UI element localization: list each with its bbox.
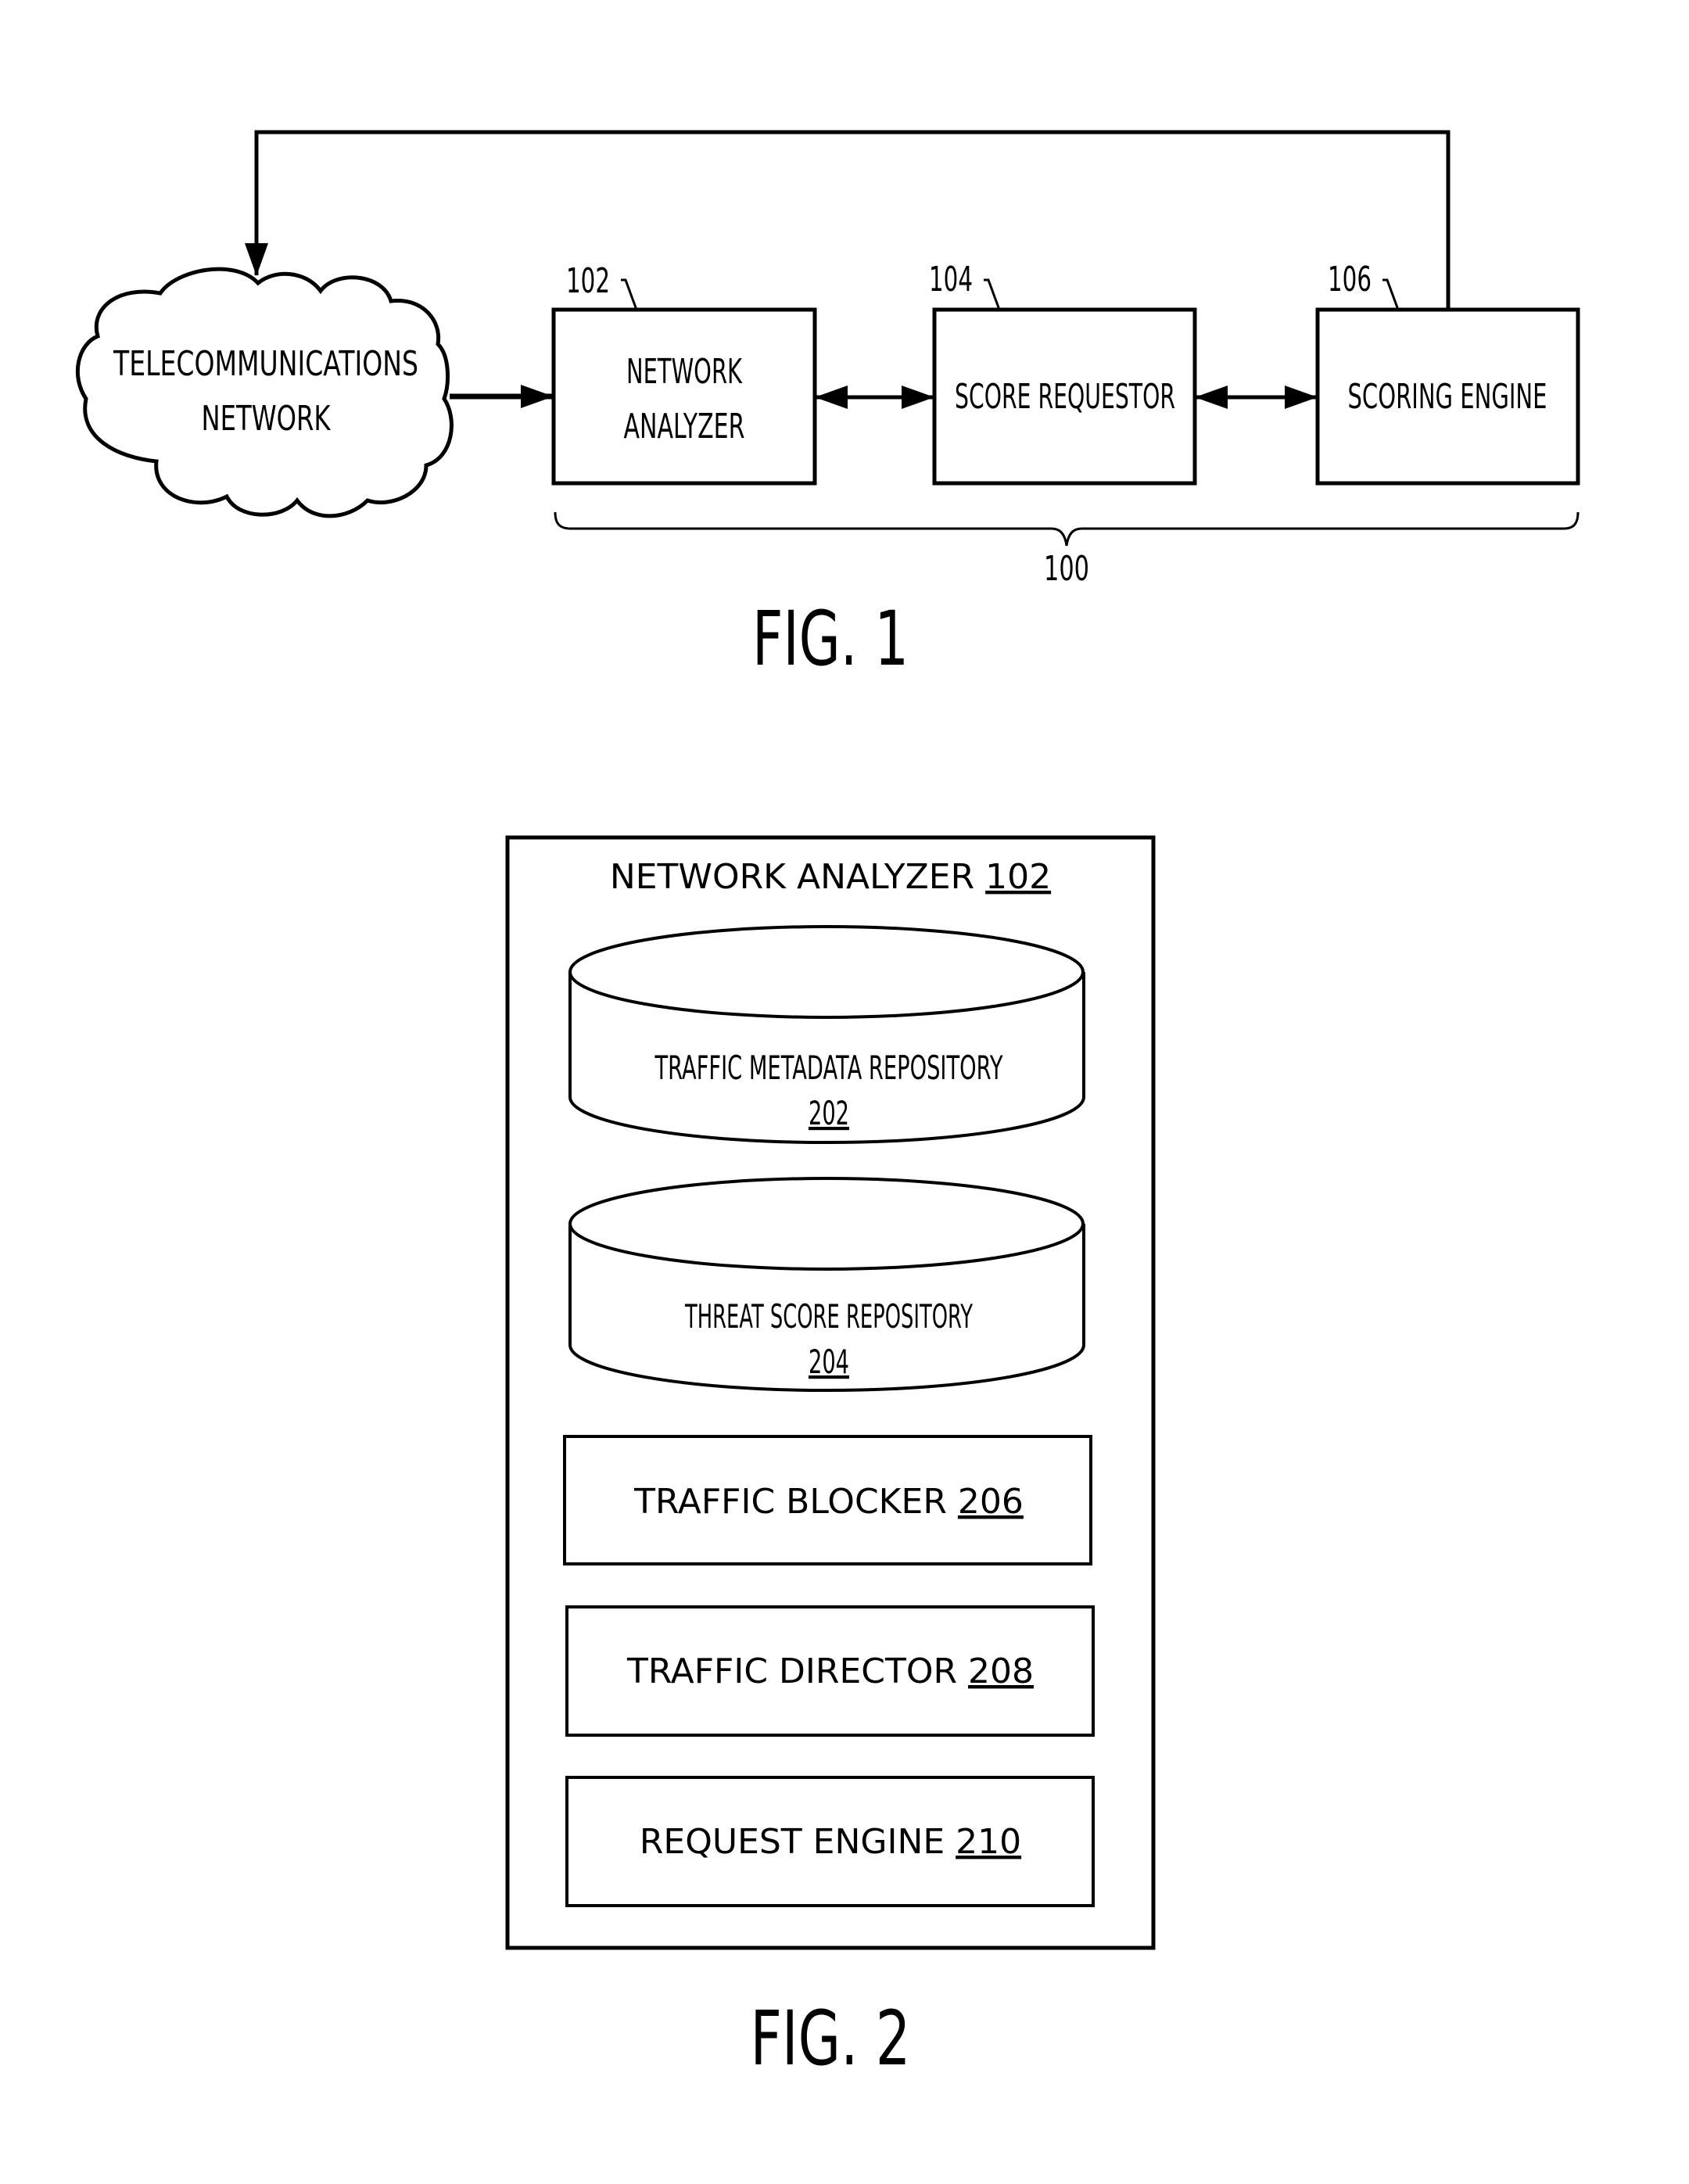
- system-brace: [554, 511, 1580, 547]
- traffic-blocker-component: TRAFFIC BLOCKER 206: [563, 1435, 1092, 1565]
- cloud-label-line2: NETWORK: [202, 399, 332, 439]
- leader-line-104: [984, 278, 1001, 310]
- request-engine-component: REQUEST ENGINE 210: [565, 1776, 1095, 1907]
- cylinder-top: [568, 1177, 1085, 1271]
- network-analyzer-label-line1: NETWORK: [626, 352, 743, 392]
- repository-202-label: TRAFFIC METADATA REPOSITORY: [654, 1049, 1003, 1087]
- ref-numeral-104: 104: [929, 260, 973, 299]
- network-analyzer-label-line2: ANALYZER: [624, 407, 745, 446]
- figure-2: NETWORK ANALYZER 102 TRAFFIC METADATA RE…: [505, 835, 1156, 2082]
- ref-numeral-208: 208: [968, 1651, 1034, 1691]
- score-requestor-label: SCORE REQUESTOR: [955, 377, 1175, 417]
- cloud-label-line1: TELECOMMUNICATIONS: [113, 344, 418, 384]
- ref-numeral-210: 210: [956, 1822, 1021, 1862]
- cloud-icon: [75, 267, 454, 518]
- svg-text:REQUEST ENGINE 210: REQUEST ENGINE 210: [640, 1822, 1021, 1862]
- figure-1: TELECOMMUNICATIONS NETWORK NETWORK ANALY…: [75, 130, 1580, 683]
- ref-numeral-102: 102: [566, 261, 610, 301]
- container-title-ref: 102: [985, 857, 1051, 897]
- leader-line-102: [621, 278, 638, 310]
- telecommunications-network-cloud: TELECOMMUNICATIONS NETWORK: [75, 267, 454, 518]
- figure-1-caption: FIG. 1: [752, 595, 909, 683]
- repository-204-label: THREAT SCORE REPOSITORY: [684, 1297, 973, 1336]
- request-engine-label: REQUEST ENGINE: [640, 1822, 956, 1862]
- ref-numeral-204: 204: [809, 1343, 849, 1381]
- ref-numeral-100: 100: [1044, 549, 1089, 589]
- network-analyzer-block: NETWORK ANALYZER 102: [551, 261, 817, 486]
- svg-text:TRAFFIC BLOCKER 206: TRAFFIC BLOCKER 206: [633, 1482, 1024, 1522]
- traffic-director-label: TRAFFIC DIRECTOR: [626, 1651, 968, 1691]
- ref-numeral-106: 106: [1328, 260, 1372, 299]
- feedback-connector: [245, 130, 1451, 309]
- scoring-engine-label: SCORING ENGINE: [1348, 377, 1547, 417]
- leader-line-106: [1382, 278, 1400, 310]
- ref-numeral-202: 202: [809, 1094, 849, 1132]
- patent-drawing-sheet: TELECOMMUNICATIONS NETWORK NETWORK ANALY…: [75, 130, 1580, 2082]
- score-requestor-block: SCORE REQUESTOR 104: [929, 260, 1197, 486]
- container-title-text: NETWORK ANALYZER: [610, 857, 985, 897]
- traffic-blocker-label: TRAFFIC BLOCKER: [633, 1482, 958, 1522]
- ref-numeral-206: 206: [958, 1482, 1024, 1522]
- cylinder-top: [568, 925, 1085, 1019]
- svg-text:NETWORK ANALYZER 102: NETWORK ANALYZER 102: [610, 857, 1051, 897]
- traffic-metadata-repository: TRAFFIC METADATA REPOSITORY 202: [568, 925, 1085, 1145]
- figure-2-caption: FIG. 2: [751, 1995, 911, 2082]
- threat-score-repository: THREAT SCORE REPOSITORY 204: [568, 1177, 1085, 1393]
- traffic-director-component: TRAFFIC DIRECTOR 208: [565, 1605, 1095, 1737]
- container-title: NETWORK ANALYZER 102: [610, 857, 1051, 897]
- svg-text:TRAFFIC DIRECTOR 208: TRAFFIC DIRECTOR 208: [626, 1651, 1034, 1691]
